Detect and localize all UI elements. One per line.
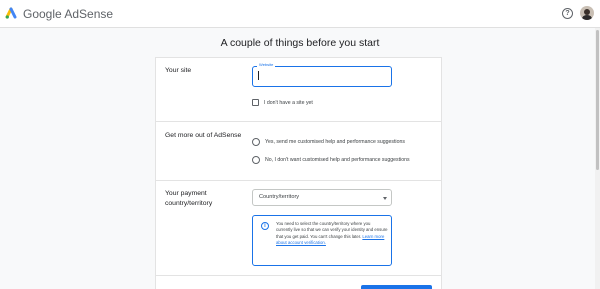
top-bar: Google AdSense ? — [0, 0, 600, 28]
radio-yes-suggestions[interactable] — [252, 138, 260, 146]
page-title: A couple of things before you start — [220, 37, 380, 49]
website-input[interactable] — [252, 66, 392, 87]
scrollbar-thumb[interactable] — [596, 30, 599, 170]
payment-country-label-line2: country/territory — [165, 200, 213, 207]
no-site-checkbox-label[interactable]: I don't have a site yet — [264, 99, 313, 107]
radio-no-label[interactable]: No, I don't want customised help and per… — [265, 156, 410, 164]
avatar[interactable] — [580, 6, 594, 20]
submit-button[interactable] — [361, 285, 432, 289]
your-site-label: Your site — [165, 67, 192, 74]
info-icon: i — [261, 222, 269, 230]
chevron-down-icon — [383, 197, 387, 200]
brand-google: Google — [23, 7, 62, 21]
adsense-logo-icon — [5, 7, 17, 19]
country-select-value: Country/territory — [259, 194, 300, 200]
section-divider — [155, 180, 442, 181]
payment-country-label-line1: Your payment — [165, 190, 207, 197]
section-divider — [155, 275, 442, 276]
section-divider — [155, 121, 442, 122]
help-icon[interactable]: ? — [562, 8, 573, 19]
brand-product: AdSense — [64, 7, 114, 21]
text-caret — [258, 71, 259, 80]
get-more-label: Get more out of AdSense — [165, 132, 242, 139]
radio-yes-label[interactable]: Yes, send me customised help and perform… — [265, 138, 405, 146]
brand-name[interactable]: Google AdSense — [23, 7, 113, 21]
website-input-label: Website — [257, 62, 276, 68]
no-site-checkbox[interactable] — [252, 99, 259, 106]
info-notice-text: You need to select the country/territory… — [276, 221, 388, 247]
radio-no-suggestions[interactable] — [252, 156, 260, 164]
